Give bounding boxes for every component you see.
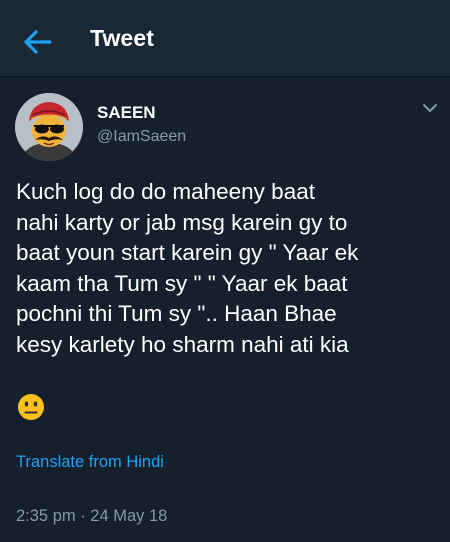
chevron-down-icon bbox=[423, 104, 437, 112]
avatar[interactable] bbox=[15, 93, 83, 161]
back-button[interactable] bbox=[14, 24, 62, 60]
author-display-name[interactable]: SAEEN bbox=[97, 103, 156, 123]
back-arrow-icon bbox=[24, 30, 52, 54]
author-handle[interactable]: @IamSaeen bbox=[97, 128, 186, 146]
tweet-detail-screen: Tweet SAEEN @IamSaeen Kuch log do do mah… bbox=[0, 0, 450, 542]
neutral-face-emoji bbox=[16, 393, 46, 421]
tweet-author-row: SAEEN @IamSaeen bbox=[0, 86, 450, 168]
tweet-timestamp: 2:35 pm · 24 May 18 bbox=[16, 507, 168, 525]
neutral-face-icon bbox=[18, 394, 44, 420]
translate-link[interactable]: Translate from Hindi bbox=[16, 453, 164, 472]
avatar-cartoon-icon bbox=[15, 93, 83, 161]
tweet-menu-button[interactable] bbox=[420, 100, 440, 116]
top-app-bar: Tweet bbox=[0, 0, 450, 77]
page-title: Tweet bbox=[90, 25, 154, 51]
tweet-body-text: Kuch log do do maheeny baat nahi karty o… bbox=[16, 179, 359, 357]
